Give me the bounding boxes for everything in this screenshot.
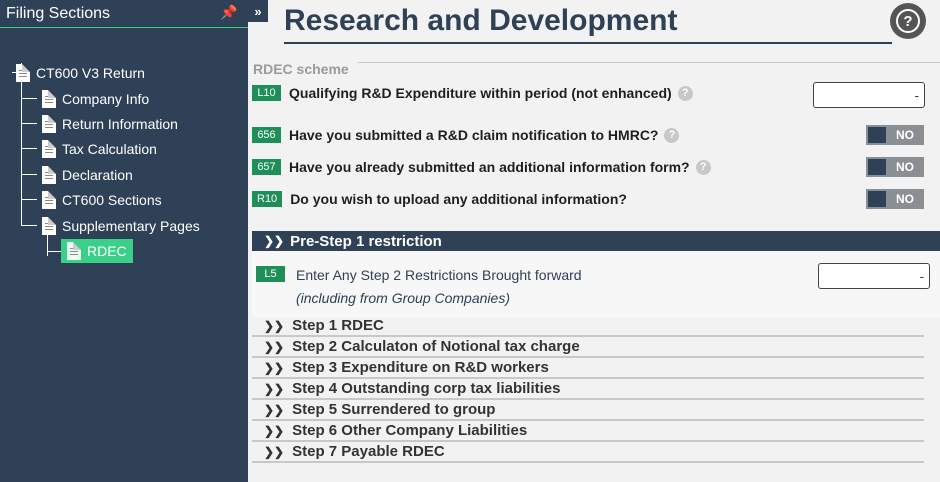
toggle-knob [868,127,886,143]
page-title: Research and Development [284,4,678,37]
chevron-right-icon: ❯❯ [264,339,285,354]
code-badge: 656 [252,127,281,143]
step-2-notional-tax[interactable]: ❯❯ Step 2 Calculaton of Notional tax cha… [252,337,924,358]
document-icon [67,242,81,260]
tree-item-label: Tax Calculation [62,141,157,157]
tree-item-label: Company Info [62,91,150,107]
tree-item-label: RDEC [87,243,127,259]
tree-item-label: Supplementary Pages [62,218,200,234]
tree-item-label: Return Information [62,116,178,132]
question-row-l10: L10 Qualifying R&D Expenditure within pe… [252,85,693,101]
step-5-surrendered[interactable]: ❯❯ Step 5 Surrendered to group [252,400,924,421]
toggle-656[interactable]: NO [866,125,924,145]
chevron-right-icon: ❯❯ [264,423,285,438]
chevron-right-icon: ❯❯ [264,444,285,459]
l10-amount-input[interactable]: - [813,82,925,108]
document-icon [42,140,56,158]
tree-item-ct600-v3-return[interactable]: CT600 V3 Return [16,62,145,84]
step-label: Step 3 Expenditure on R&D workers [292,359,549,376]
question-text: Qualifying R&D Expenditure within period… [289,85,672,101]
help-icon: ? [896,9,920,33]
chevron-down-icon: ❯❯ [264,234,285,248]
step-6-other-liabilities[interactable]: ❯❯ Step 6 Other Company Liabilities [252,421,924,442]
step-3-expenditure[interactable]: ❯❯ Step 3 Expenditure on R&D workers [252,358,924,379]
l5-amount-input[interactable]: - [818,263,930,289]
sidebar-title: Filing Sections [6,4,111,22]
document-icon [16,64,30,82]
question-row-r10: R10 Do you wish to upload any additional… [252,191,627,207]
tree-item-label: CT600 Sections [62,192,162,208]
pin-icon[interactable]: 📌 [220,4,237,21]
section-header-pre-step-1[interactable]: ❯❯ Pre-Step 1 restriction [252,231,940,251]
step-label: Step 6 Other Company Liabilities [292,422,528,439]
filing-sections-sidebar: Filing Sections 📌 CT600 V3 Return Compan… [0,0,248,482]
toggle-657[interactable]: NO [866,157,924,177]
tree-item-ct600-sections[interactable]: CT600 Sections [42,189,162,211]
title-divider [284,42,892,44]
tree-item-label: Declaration [62,167,133,183]
help-icon[interactable]: ? [677,85,693,101]
chevron-right-icon: ❯❯ [264,381,285,396]
l5-question-subtext: (including from Group Companies) [296,290,510,306]
help-icon[interactable]: ? [664,127,680,143]
step-4-outstanding[interactable]: ❯❯ Step 4 Outstanding corp tax liabiliti… [252,379,924,400]
step-7-payable-rdec[interactable]: ❯❯ Step 7 Payable RDEC [252,442,924,463]
question-text: Have you already submitted an additional… [289,159,690,175]
help-button[interactable]: ? [890,3,926,39]
document-icon [42,115,56,133]
l5-question-text: Enter Any Step 2 Restrictions Brought fo… [296,267,582,283]
tree-item-supplementary-pages[interactable]: Supplementary Pages [42,215,200,237]
sidebar-header: Filing Sections [0,0,248,28]
tree-item-company-info[interactable]: Company Info [42,88,149,110]
document-icon [42,166,56,184]
chevron-right-icon: ❯❯ [264,360,285,375]
step-label: Step 4 Outstanding corp tax liabilities [292,380,561,397]
document-icon [42,217,56,235]
step-label: Step 7 Payable RDEC [292,443,445,460]
toggle-label: NO [896,192,914,206]
document-icon [42,90,56,108]
question-row-656: 656 Have you submitted a R&D claim notif… [252,127,680,143]
toggle-knob [868,159,886,175]
step-1-rdec[interactable]: ❯❯ Step 1 RDEC [252,316,924,337]
scheme-divider [358,62,940,63]
toggle-r10[interactable]: NO [866,189,924,209]
tree-item-declaration[interactable]: Declaration [42,164,133,186]
toggle-label: NO [896,160,914,174]
main-panel: Research and Development ? RDEC scheme L… [252,0,940,482]
scheme-label: RDEC scheme [253,61,349,77]
tree-item-label: CT600 V3 Return [36,65,145,81]
document-icon [42,191,56,209]
chevron-right-icon: ❯❯ [264,318,285,333]
step-label: Step 5 Surrendered to group [292,401,496,418]
question-row-657: 657 Have you already submitted an additi… [252,159,711,175]
toggle-knob [868,191,886,207]
question-text: Have you submitted a R&D claim notificat… [289,127,659,143]
step-label: Step 1 RDEC [292,317,384,334]
code-badge: 657 [252,159,281,175]
code-badge: R10 [252,191,283,207]
code-badge: L10 [252,85,281,101]
question-text: Do you wish to upload any additional inf… [290,191,627,207]
section-title: Pre-Step 1 restriction [290,232,442,250]
step-label: Step 2 Calculaton of Notional tax charge [292,338,580,355]
code-badge: L5 [256,266,285,282]
collapse-sidebar-button[interactable]: » [248,0,268,22]
help-icon[interactable]: ? [695,159,711,175]
chevron-right-icon: ❯❯ [264,402,285,417]
tree-item-tax-calculation[interactable]: Tax Calculation [42,138,157,160]
tree-item-return-information[interactable]: Return Information [42,113,178,135]
tree-item-rdec[interactable]: RDEC [61,239,133,263]
toggle-label: NO [896,128,914,142]
